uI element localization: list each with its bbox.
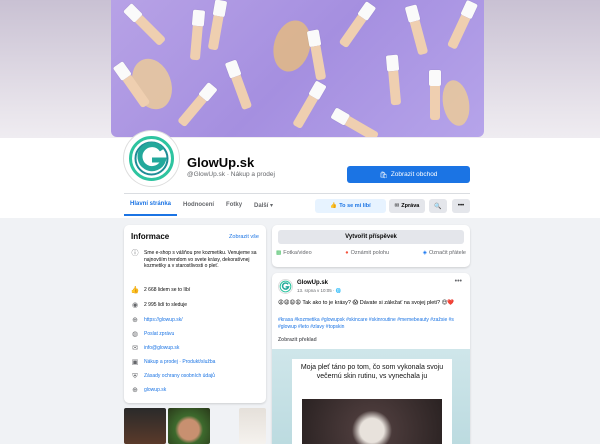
tab-reviews[interactable]: Hodnocení (177, 194, 220, 216)
view-shop-label: Zobrazit obchod (390, 171, 438, 178)
thumbs-up-icon: 👍 (130, 286, 140, 294)
page-tabs: Hlavní stránka Hodnocení Fotky Další ▾ (124, 194, 279, 216)
send-message-link[interactable]: Poslat zprávu (144, 331, 174, 339)
post-timestamp[interactable]: 13. srpna v 10:05 · 🌐 (297, 288, 341, 294)
photo-video-button[interactable]: ▩ Fotka/video (276, 250, 312, 256)
photo-thumbnail[interactable] (239, 408, 266, 444)
like-button[interactable]: 👍 To se mi líbí (315, 199, 386, 213)
check-in-label: Oznámit polohu (350, 250, 390, 256)
messenger-icon: ◍ (131, 330, 139, 338)
feed-post: GlowUp.sk 13. srpna v 10:05 · 🌐 ••• 😩😩😩😩… (272, 273, 470, 444)
composer-actions: ▩ Fotka/video ● Oznámit polohu ◈ Označit… (276, 250, 466, 256)
view-shop-button[interactable]: 🛍 Zobrazit obchod (347, 166, 470, 183)
concealer-tube (404, 4, 430, 56)
info-card: Informace Zobrazit vše ⓘ Sme e-shop s vá… (124, 225, 266, 403)
message-label: Zpráva (401, 203, 420, 209)
tag-friends-button[interactable]: ◈ Označit přátele (423, 250, 466, 256)
photo-thumbnail[interactable] (124, 408, 166, 444)
info-icon: ⓘ (131, 249, 139, 257)
glowup-logo-icon (129, 136, 174, 181)
see-translation-link[interactable]: Zobrazit překlad (278, 337, 317, 343)
category-link[interactable]: Nákup a prodej · Produkt/služba (144, 359, 215, 367)
shield-icon: ⛨ (132, 372, 138, 380)
page-subtitle: @GlowUp.sk · Nákup a prodej (187, 171, 275, 178)
email-link[interactable]: info@glowup.sk (144, 345, 179, 353)
info-heading: Informace (131, 232, 170, 241)
shop-icon: 🛍 (379, 171, 388, 179)
more-icon: ••• (454, 278, 462, 285)
info-followers-row: ◉ 2 995 lidí to sleduje (131, 302, 259, 310)
message-button[interactable]: ✉ Zpráva (389, 199, 425, 213)
check-in-button[interactable]: ● Oznámit polohu (345, 250, 389, 256)
photo-thumbnail[interactable] (168, 408, 210, 444)
tab-home[interactable]: Hlavní stránka (124, 194, 178, 216)
post-hashtags[interactable]: #krasa #kozmetika #glowupsk #skincare #s… (278, 317, 464, 331)
concealer-tube (429, 70, 441, 120)
tag-icon: ▣ (131, 358, 139, 366)
mail-icon: ✉ (132, 344, 138, 352)
page-avatar[interactable] (124, 131, 179, 186)
post-author-avatar[interactable] (278, 279, 293, 294)
see-all-link[interactable]: Zobrazit vše (229, 234, 259, 240)
foundation-swatch (439, 78, 473, 128)
more-options-button[interactable]: ••• (452, 199, 470, 213)
globe-icon: ⊕ (132, 386, 138, 394)
rss-icon: ◉ (131, 301, 139, 309)
more-icon: ••• (457, 203, 465, 209)
cover-photo[interactable] (111, 0, 484, 137)
concealer-tube (176, 81, 218, 128)
concealer-tube (224, 59, 253, 111)
tab-photos[interactable]: Fotky (220, 194, 248, 216)
info-privacy-row[interactable]: ⛨ Zásady ochrany osobních údajů (131, 373, 259, 381)
search-button[interactable]: 🔍 (429, 199, 447, 213)
post-text: 😩😩😩😩 Tak ako to je krásy? 😱 Dávate si zá… (278, 300, 455, 306)
photo-icon: ▩ (276, 250, 282, 256)
post-author-name[interactable]: GlowUp.sk (297, 280, 328, 286)
page-title: GlowUp.sk (187, 155, 255, 170)
tag-friends-icon: ◈ (422, 250, 427, 256)
meme-card: Moja pleť táno po tom, čo som vykonala s… (292, 359, 452, 444)
concealer-tube (385, 54, 402, 106)
info-website-row[interactable]: ⊕ https://glowup.sk/ (131, 317, 259, 325)
thumbs-up-icon: 👍 (330, 203, 338, 209)
privacy-link[interactable]: Zásady ochrany osobních údajů (144, 373, 215, 381)
post-more-button[interactable]: ••• (455, 278, 462, 285)
photo-video-label: Fotka/video (283, 250, 312, 256)
domain-link[interactable]: glowup.sk (144, 387, 166, 395)
concealer-tube (446, 0, 479, 50)
info-domain-row[interactable]: ⊕ glowup.sk (131, 387, 259, 395)
about-text: Sme e-shop s vášňou pre kozmetiku. Venuj… (144, 250, 257, 269)
glowup-logo-icon (279, 280, 292, 293)
concealer-tube (207, 0, 228, 51)
followers-count: 2 995 lidí to sleduje (144, 302, 188, 308)
meme-photo (302, 399, 442, 444)
meme-caption: Moja pleť táno po tom, čo som vykonala s… (300, 364, 444, 380)
search-icon: 🔍 (434, 203, 442, 210)
post-composer: Vytvořit příspěvek ▩ Fotka/video ● Oznám… (272, 225, 470, 267)
messenger-icon: ✉ (394, 203, 400, 209)
website-link[interactable]: https://glowup.sk/ (144, 317, 183, 325)
post-image[interactable]: Moja pleť táno po tom, čo som vykonala s… (272, 349, 470, 444)
concealer-tube (291, 80, 327, 130)
info-email-row[interactable]: ✉ info@glowup.sk (131, 345, 259, 353)
globe-icon: ⊕ (132, 316, 138, 324)
concealer-tube (338, 1, 377, 49)
info-likes-row: 👍 2 668 lidem se to líbí (131, 287, 259, 295)
concealer-tube (330, 107, 380, 137)
location-pin-icon: ● (345, 250, 349, 256)
like-label: To se mi líbí (339, 203, 371, 209)
info-message-row[interactable]: ◍ Poslat zprávu (131, 331, 259, 339)
likes-count: 2 668 lidem se to líbí (144, 287, 191, 293)
info-category-row[interactable]: ▣ Nákup a prodej · Produkt/služba (131, 359, 259, 367)
info-about-row: ⓘ Sme e-shop s vášňou pre kozmetiku. Ven… (131, 250, 259, 270)
tab-more[interactable]: Další ▾ (248, 194, 279, 216)
tag-friends-label: Označit přátele (428, 250, 466, 256)
header-panel (0, 138, 600, 218)
create-post-button[interactable]: Vytvořit příspěvek (278, 230, 464, 244)
concealer-tube (306, 29, 328, 81)
concealer-tube (123, 3, 167, 47)
concealer-tube (189, 9, 206, 61)
